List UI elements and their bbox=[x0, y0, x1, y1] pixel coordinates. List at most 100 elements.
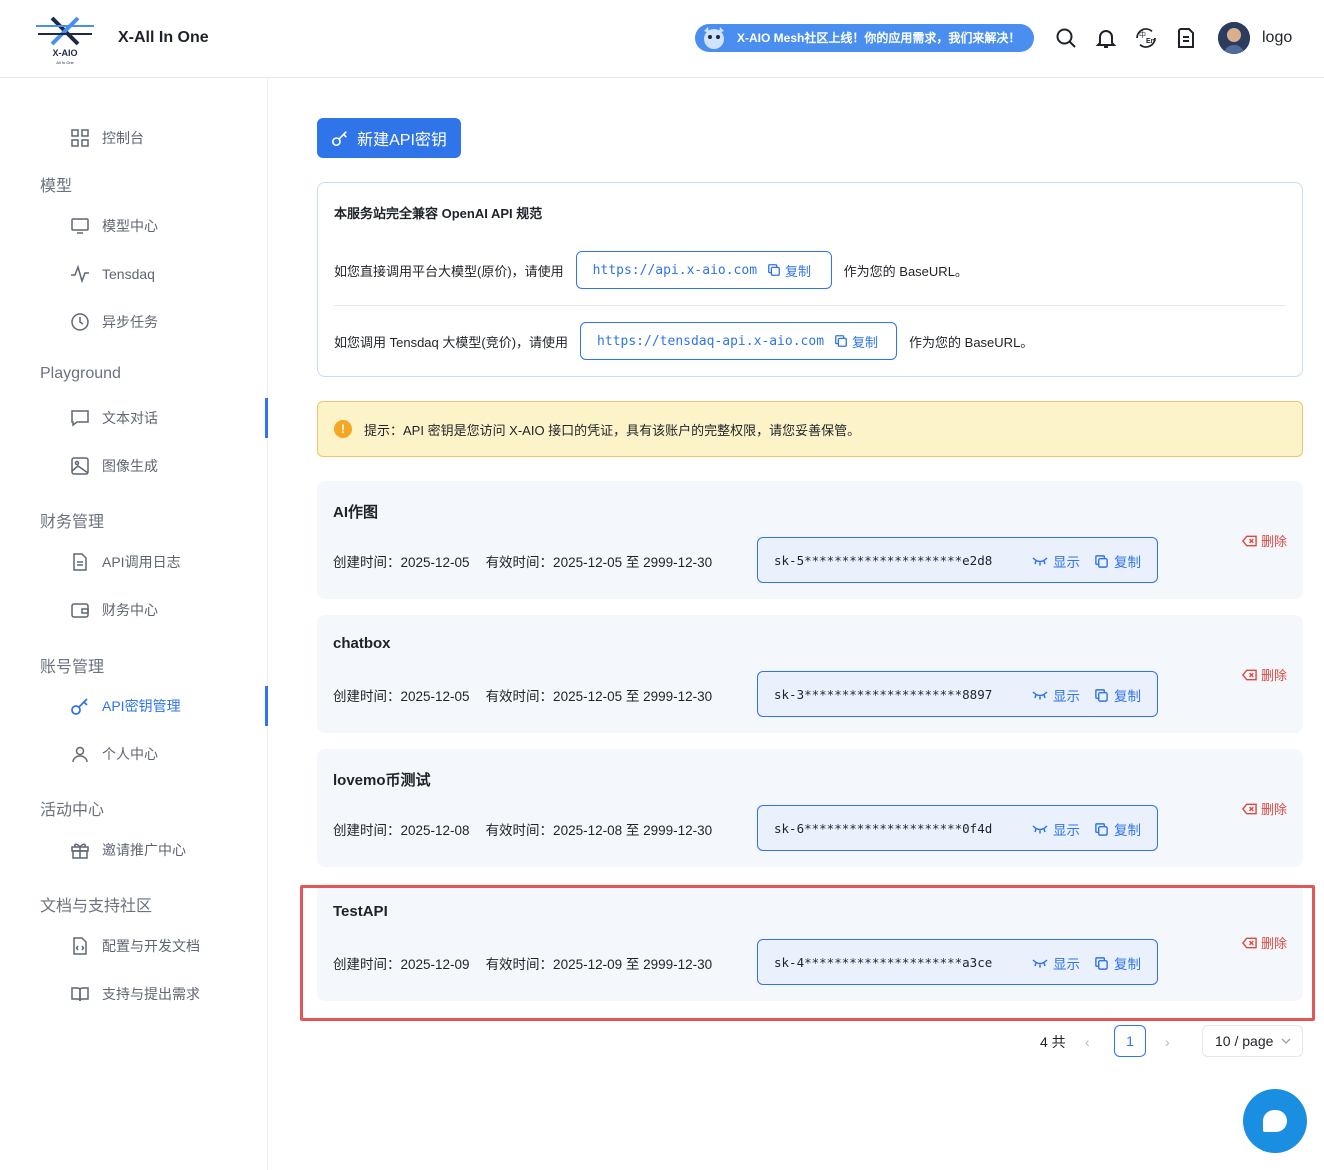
document-icon[interactable] bbox=[1174, 26, 1198, 50]
eye-closed-icon bbox=[1032, 691, 1048, 700]
mascot-icon bbox=[704, 27, 724, 49]
svg-text:X-AIO: X-AIO bbox=[52, 48, 77, 58]
sidebar-item-support[interactable]: 支持与提出需求 bbox=[0, 974, 268, 1014]
nav-group-activity: 活动中心 bbox=[40, 802, 105, 819]
gift-icon bbox=[71, 843, 89, 859]
delete-key-button[interactable]: 删除 bbox=[1242, 665, 1287, 684]
row-prefix: 如您调用 Tensdaq 大模型(竞价)，请使用 bbox=[334, 334, 569, 350]
valid-time: 有效时间：2025-12-09 至 2999-12-30 bbox=[485, 957, 713, 972]
backspace-icon bbox=[1242, 937, 1257, 948]
key-name: AI作图 bbox=[333, 504, 379, 521]
copy-key-button[interactable]: 复制 bbox=[1094, 685, 1141, 705]
copy-url-button[interactable]: 复制 bbox=[767, 261, 811, 280]
x-aio-logo[interactable]: X-AIO All In One bbox=[34, 14, 96, 66]
created-time: 创建时间：2025-12-05 bbox=[333, 689, 470, 704]
avatar[interactable] bbox=[1218, 22, 1250, 54]
page-number-button[interactable]: 1 bbox=[1114, 1025, 1146, 1057]
row-suffix: 作为您的 BaseURL。 bbox=[843, 263, 968, 279]
delete-key-button[interactable]: 删除 bbox=[1242, 799, 1287, 818]
show-key-button[interactable]: 显示 bbox=[1032, 685, 1080, 705]
copy-url-button[interactable]: 复制 bbox=[834, 332, 878, 351]
delete-label: 删除 bbox=[1260, 802, 1287, 817]
new-api-key-button[interactable]: 新建API密钥 bbox=[317, 118, 461, 158]
code-file-icon bbox=[73, 937, 87, 955]
api-key-card: lovemo币测试 创建时间：2025-12-08 有效时间：2025-12-08… bbox=[317, 749, 1303, 867]
delete-label: 删除 bbox=[1260, 534, 1287, 549]
bell-icon[interactable] bbox=[1094, 26, 1118, 50]
sidebar-item-label: 异步任务 bbox=[102, 314, 158, 330]
user-avatar-icon bbox=[1218, 22, 1250, 54]
sidebar-item-label: 个人中心 bbox=[102, 746, 158, 762]
show-key-button[interactable]: 显示 bbox=[1032, 953, 1080, 973]
delete-label: 删除 bbox=[1260, 936, 1287, 951]
page-size-value: 10 / page bbox=[1215, 1033, 1274, 1049]
copy-icon bbox=[768, 264, 780, 276]
delete-key-button[interactable]: 删除 bbox=[1242, 933, 1287, 952]
row-prefix: 如您直接调用平台大模型(原价)，请使用 bbox=[334, 263, 564, 279]
sidebar-item-label: 配置与开发文档 bbox=[102, 938, 200, 954]
copy-key-button[interactable]: 复制 bbox=[1094, 551, 1141, 571]
copy-key-button[interactable]: 复制 bbox=[1094, 819, 1141, 839]
backspace-icon bbox=[1242, 669, 1257, 680]
chat-support-button[interactable] bbox=[1243, 1089, 1307, 1153]
sidebar-item-api-logs[interactable]: API调用日志 bbox=[0, 542, 268, 582]
sidebar-item-label: 支持与提出需求 bbox=[102, 986, 200, 1002]
show-label: 显示 bbox=[1053, 957, 1080, 972]
copy-label: 复制 bbox=[1114, 823, 1141, 838]
sidebar-item-image-generation[interactable]: 图像生成 bbox=[0, 446, 268, 486]
copy-key-button[interactable]: 复制 bbox=[1094, 953, 1141, 973]
key-dates: 创建时间：2025-12-05 有效时间：2025-12-05 至 2999-12… bbox=[333, 551, 712, 571]
key-dates: 创建时间：2025-12-05 有效时间：2025-12-05 至 2999-12… bbox=[333, 685, 712, 705]
info-title: 本服务站完全兼容 OpenAI API 规范 bbox=[334, 206, 543, 221]
base-url-info-card: 本服务站完全兼容 OpenAI API 规范 如您直接调用平台大模型(原价)，请… bbox=[317, 182, 1303, 377]
delete-key-button[interactable]: 删除 bbox=[1242, 531, 1287, 550]
sidebar-item-dev-docs[interactable]: 配置与开发文档 bbox=[0, 926, 268, 966]
key-actions: 显示 复制 bbox=[1032, 940, 1141, 986]
user-icon bbox=[72, 746, 88, 763]
sidebar: 控制台 模型 模型中心 Tensdaq 异步任务 Playground 文本对话… bbox=[0, 78, 268, 1170]
show-key-button[interactable]: 显示 bbox=[1032, 819, 1080, 839]
next-page-button[interactable]: › bbox=[1165, 1034, 1170, 1050]
svg-text:All In One: All In One bbox=[56, 60, 74, 65]
info-icon: ! bbox=[334, 420, 352, 438]
key-icon bbox=[71, 698, 88, 715]
sidebar-item-label: Tensdaq bbox=[102, 266, 155, 282]
copy-icon bbox=[1095, 554, 1108, 568]
pagination-total: 4 共 bbox=[1040, 1034, 1066, 1050]
sidebar-item-finance-center[interactable]: 财务中心 bbox=[0, 590, 268, 630]
show-label: 显示 bbox=[1053, 555, 1080, 570]
sidebar-item-api-keys[interactable]: API密钥管理 bbox=[0, 686, 268, 726]
key-name: lovemo币测试 bbox=[333, 772, 431, 789]
key-name: chatbox bbox=[333, 635, 391, 652]
key-dates: 创建时间：2025-12-09 有效时间：2025-12-09 至 2999-12… bbox=[333, 953, 712, 973]
divider bbox=[334, 305, 1286, 306]
sidebar-item-profile[interactable]: 个人中心 bbox=[0, 734, 268, 774]
api-key-card: TestAPI 创建时间：2025-12-09 有效时间：2025-12-09 至… bbox=[317, 883, 1303, 1001]
sidebar-item-async-tasks[interactable]: 异步任务 bbox=[0, 302, 268, 342]
key-name: TestAPI bbox=[333, 903, 388, 920]
user-name[interactable]: logo bbox=[1262, 29, 1292, 47]
copy-label: 复制 bbox=[785, 263, 812, 279]
sidebar-item-tensdaq[interactable]: Tensdaq bbox=[0, 254, 268, 294]
base-url-box: https://api.x-aio.com 复制 bbox=[575, 251, 832, 289]
chat-icon bbox=[71, 410, 89, 427]
sidebar-item-label: API调用日志 bbox=[102, 554, 181, 570]
nav-group-docs: 文档与支持社区 bbox=[40, 898, 153, 915]
announcement-banner[interactable]: X-AIO Mesh社区上线！你的应用需求，我们来解决！ bbox=[695, 24, 1034, 52]
valid-time: 有效时间：2025-12-05 至 2999-12-30 bbox=[485, 555, 713, 570]
prev-page-button[interactable]: ‹ bbox=[1085, 1034, 1090, 1050]
backspace-icon bbox=[1242, 535, 1257, 546]
sidebar-item-referral[interactable]: 邀请推广中心 bbox=[0, 830, 268, 870]
top-header: X-AIO All In One X-All In One X-AIO Mesh… bbox=[0, 0, 1324, 78]
language-switch-icon[interactable]: En 中 bbox=[1134, 26, 1158, 50]
sidebar-item-text-chat[interactable]: 文本对话 bbox=[0, 398, 268, 438]
masked-key-box: sk-5*********************e2d8 显示 复制 bbox=[757, 537, 1158, 583]
sidebar-item-label: 模型中心 bbox=[102, 218, 158, 234]
show-key-button[interactable]: 显示 bbox=[1032, 551, 1080, 571]
page-size-select[interactable]: 10 / page bbox=[1202, 1025, 1303, 1057]
search-icon[interactable] bbox=[1054, 26, 1078, 50]
sidebar-item-dashboard[interactable]: 控制台 bbox=[0, 118, 268, 158]
app-title: X-All In One bbox=[118, 29, 209, 46]
masked-key-box: sk-3*********************8897 显示 复制 bbox=[757, 671, 1158, 717]
sidebar-item-model-center[interactable]: 模型中心 bbox=[0, 206, 268, 246]
